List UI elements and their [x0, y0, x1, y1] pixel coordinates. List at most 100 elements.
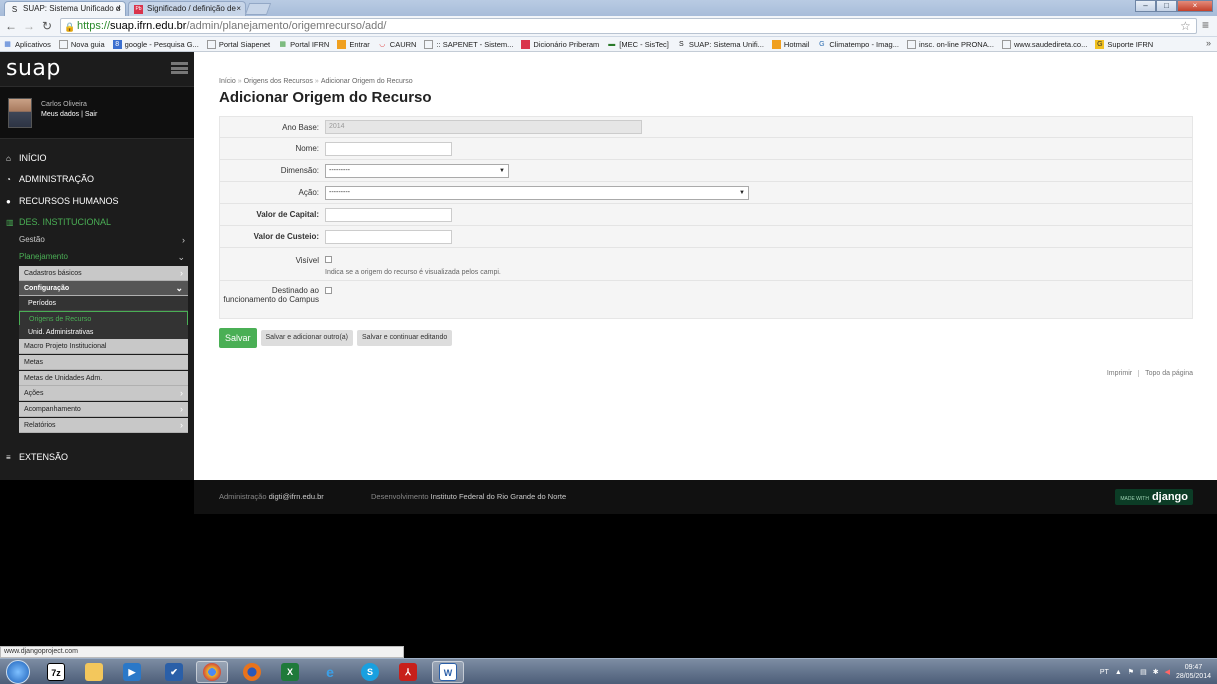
- system-tray: PT ▲ ⚑ ▤ ✱ ◀ 09:47 28/05/2014: [1100, 663, 1211, 681]
- breadcrumb-origens[interactable]: Origens dos Recursos: [244, 78, 313, 85]
- bookmark-item[interactable]: G Suporte IFRN: [1095, 39, 1153, 49]
- bookmark-item[interactable]: :: SAPENET - Sistem...: [424, 39, 513, 49]
- menu-metas[interactable]: Metas: [19, 355, 188, 370]
- bookmark-item[interactable]: www.saudedireta.co...: [1001, 39, 1087, 49]
- tab-suap[interactable]: S SUAP: Sistema Unificado d ×: [4, 1, 126, 16]
- bookmark-star-icon[interactable]: ☆: [1180, 19, 1191, 33]
- taskbar-acrobat[interactable]: ⅄: [392, 661, 424, 683]
- nav-extensao[interactable]: ≡ EXTENSÃO: [6, 452, 68, 462]
- bookmark-item[interactable]: Entrar: [337, 39, 370, 49]
- bookmark-item[interactable]: 8 google - Pesquisa G...: [112, 39, 199, 49]
- nav-administracao[interactable]: ◔ ADMINISTRAÇÃO: [6, 174, 94, 184]
- bookmark-item[interactable]: ▬ [MEC - SisTec]: [607, 40, 669, 49]
- language-indicator[interactable]: PT: [1100, 669, 1109, 676]
- forward-arrow-icon[interactable]: →: [22, 19, 36, 33]
- save-button[interactable]: Salvar: [219, 328, 257, 348]
- nome-input[interactable]: [325, 142, 452, 156]
- subnav-planejamento[interactable]: Planejamento ⌄: [19, 252, 189, 262]
- bookmark-item[interactable]: S SUAP: Sistema Unifi...: [677, 40, 764, 49]
- excel-icon: X: [281, 663, 299, 681]
- menu-macro-projeto[interactable]: Macro Projeto Institucional: [19, 339, 188, 354]
- taskbar-chrome[interactable]: [196, 661, 228, 683]
- print-link[interactable]: Imprimir: [1107, 370, 1132, 377]
- address-bar[interactable]: 🔒 https://suap.ifrn.edu.br/admin/planeja…: [60, 18, 1197, 34]
- reload-icon[interactable]: ↻: [40, 19, 54, 33]
- taskbar-media[interactable]: ▶: [116, 661, 148, 683]
- user-links[interactable]: Meus dados | Sair: [41, 111, 97, 118]
- bookmark-item[interactable]: ▦ Portal IFRN: [278, 40, 329, 49]
- close-icon[interactable]: ×: [236, 2, 241, 16]
- valor-custeio-input[interactable]: [325, 230, 452, 244]
- acao-select[interactable]: --------- ▼: [325, 186, 749, 200]
- bookmark-item[interactable]: ▦ Aplicativos: [3, 40, 51, 49]
- admin-email[interactable]: digti@ifrn.edu.br: [269, 492, 324, 501]
- bookmark-item[interactable]: G Climatempo - Imag...: [817, 40, 899, 49]
- taskbar-ie[interactable]: e: [314, 661, 346, 683]
- origem-form: Ano Base: 2014 Nome: Dimensão: ---------…: [219, 116, 1193, 319]
- home-icon: ⌂: [6, 153, 11, 163]
- taskbar-firefox[interactable]: [236, 661, 268, 683]
- dimensao-label: Dimensão:: [280, 166, 319, 175]
- breadcrumb-inicio[interactable]: Início: [219, 78, 236, 85]
- bookmark-item[interactable]: Nova guia: [58, 39, 105, 49]
- nav-inicio[interactable]: ⌂ INÍCIO: [6, 153, 47, 163]
- volume-icon[interactable]: ◀: [1165, 668, 1170, 676]
- bookmark-item[interactable]: insc. on-line PRONA...: [906, 39, 994, 49]
- row-ano-base: Ano Base: 2014: [220, 117, 1192, 138]
- flag-icon[interactable]: ⚑: [1128, 668, 1134, 676]
- taskbar-skype[interactable]: S: [354, 661, 386, 683]
- menu-periodos[interactable]: Períodos: [19, 296, 188, 311]
- subnav-gestao[interactable]: Gestão ›: [19, 235, 189, 245]
- destinado-checkbox[interactable]: [325, 287, 332, 294]
- show-hidden-icons[interactable]: ▲: [1115, 669, 1122, 676]
- menu-origens-de-recurso[interactable]: Origens de Recurso: [19, 311, 188, 326]
- visivel-checkbox[interactable]: [325, 256, 332, 263]
- nav-recursos-humanos[interactable]: ● RECURSOS HUMANOS: [6, 196, 119, 206]
- maximize-button[interactable]: □: [1156, 0, 1177, 12]
- tab-priberam[interactable]: Pb Significado / definição de ×: [128, 1, 246, 16]
- minimize-button[interactable]: –: [1135, 0, 1156, 12]
- taskbar-7zip[interactable]: 7z: [40, 661, 72, 683]
- top-of-page-link[interactable]: Topo da página: [1145, 370, 1193, 377]
- taskbar-excel[interactable]: X: [274, 661, 306, 683]
- bookmark-item[interactable]: Dicionário Priberam: [521, 39, 599, 49]
- menu-configuracao[interactable]: Configuração ⌄: [19, 281, 188, 296]
- menu-acompanhamento[interactable]: Acompanhamento ›: [19, 402, 188, 417]
- dimensao-select[interactable]: --------- ▼: [325, 164, 509, 178]
- window-controls: – □ ×: [1135, 0, 1213, 12]
- menu-icon[interactable]: ≡: [1202, 18, 1209, 32]
- menu-cadastros-basicos[interactable]: Cadastros básicos ›: [19, 266, 188, 281]
- back-arrow-icon[interactable]: ←: [4, 19, 18, 33]
- start-button[interactable]: [6, 660, 30, 684]
- valor-custeio-label: Valor de Custeio:: [253, 232, 319, 241]
- breadcrumb-current: Adicionar Origem do Recurso: [320, 78, 413, 85]
- bookmark-item[interactable]: Hotmail: [771, 39, 809, 49]
- clock[interactable]: 09:47 28/05/2014: [1176, 663, 1211, 681]
- row-visivel: Visível Indica se a origem do recurso é …: [220, 248, 1192, 281]
- menu-acoes[interactable]: Ações ›: [19, 386, 188, 401]
- bookmark-item[interactable]: Portal Siapenet: [206, 39, 270, 49]
- taskbar-task-app[interactable]: ✔: [158, 661, 190, 683]
- django-badge[interactable]: MADE WITH django: [1115, 489, 1193, 505]
- row-valor-custeio: Valor de Custeio:: [220, 226, 1192, 248]
- save-add-another-button[interactable]: Salvar e adicionar outro(a): [260, 330, 354, 346]
- menu-metas-unidades[interactable]: Metas de Unidades Adm.: [19, 371, 188, 386]
- window-close-button[interactable]: ×: [1177, 0, 1213, 12]
- clock-time: 09:47: [1184, 664, 1203, 671]
- network-icon[interactable]: ▤: [1140, 668, 1147, 676]
- suap-logo[interactable]: suap: [6, 56, 61, 81]
- new-tab-button[interactable]: [244, 3, 272, 15]
- menu-unid-administrativas[interactable]: Unid. Administrativas: [19, 325, 188, 340]
- close-icon[interactable]: ×: [116, 2, 121, 16]
- bluetooth-icon[interactable]: ✱: [1153, 668, 1159, 676]
- priberam-icon: [521, 39, 531, 49]
- more-bookmarks-icon[interactable]: »: [1206, 38, 1211, 48]
- valor-capital-input[interactable]: [325, 208, 452, 222]
- save-continue-button[interactable]: Salvar e continuar editando: [357, 330, 453, 346]
- bookmark-item[interactable]: ◡ CAURN: [378, 40, 416, 49]
- taskbar-word[interactable]: W: [432, 661, 464, 683]
- nav-des-institucional[interactable]: ▥ DES. INSTITUCIONAL: [6, 217, 111, 227]
- menu-relatorios[interactable]: Relatórios ›: [19, 418, 188, 433]
- hamburger-icon[interactable]: [171, 62, 188, 74]
- taskbar-explorer[interactable]: [78, 661, 110, 683]
